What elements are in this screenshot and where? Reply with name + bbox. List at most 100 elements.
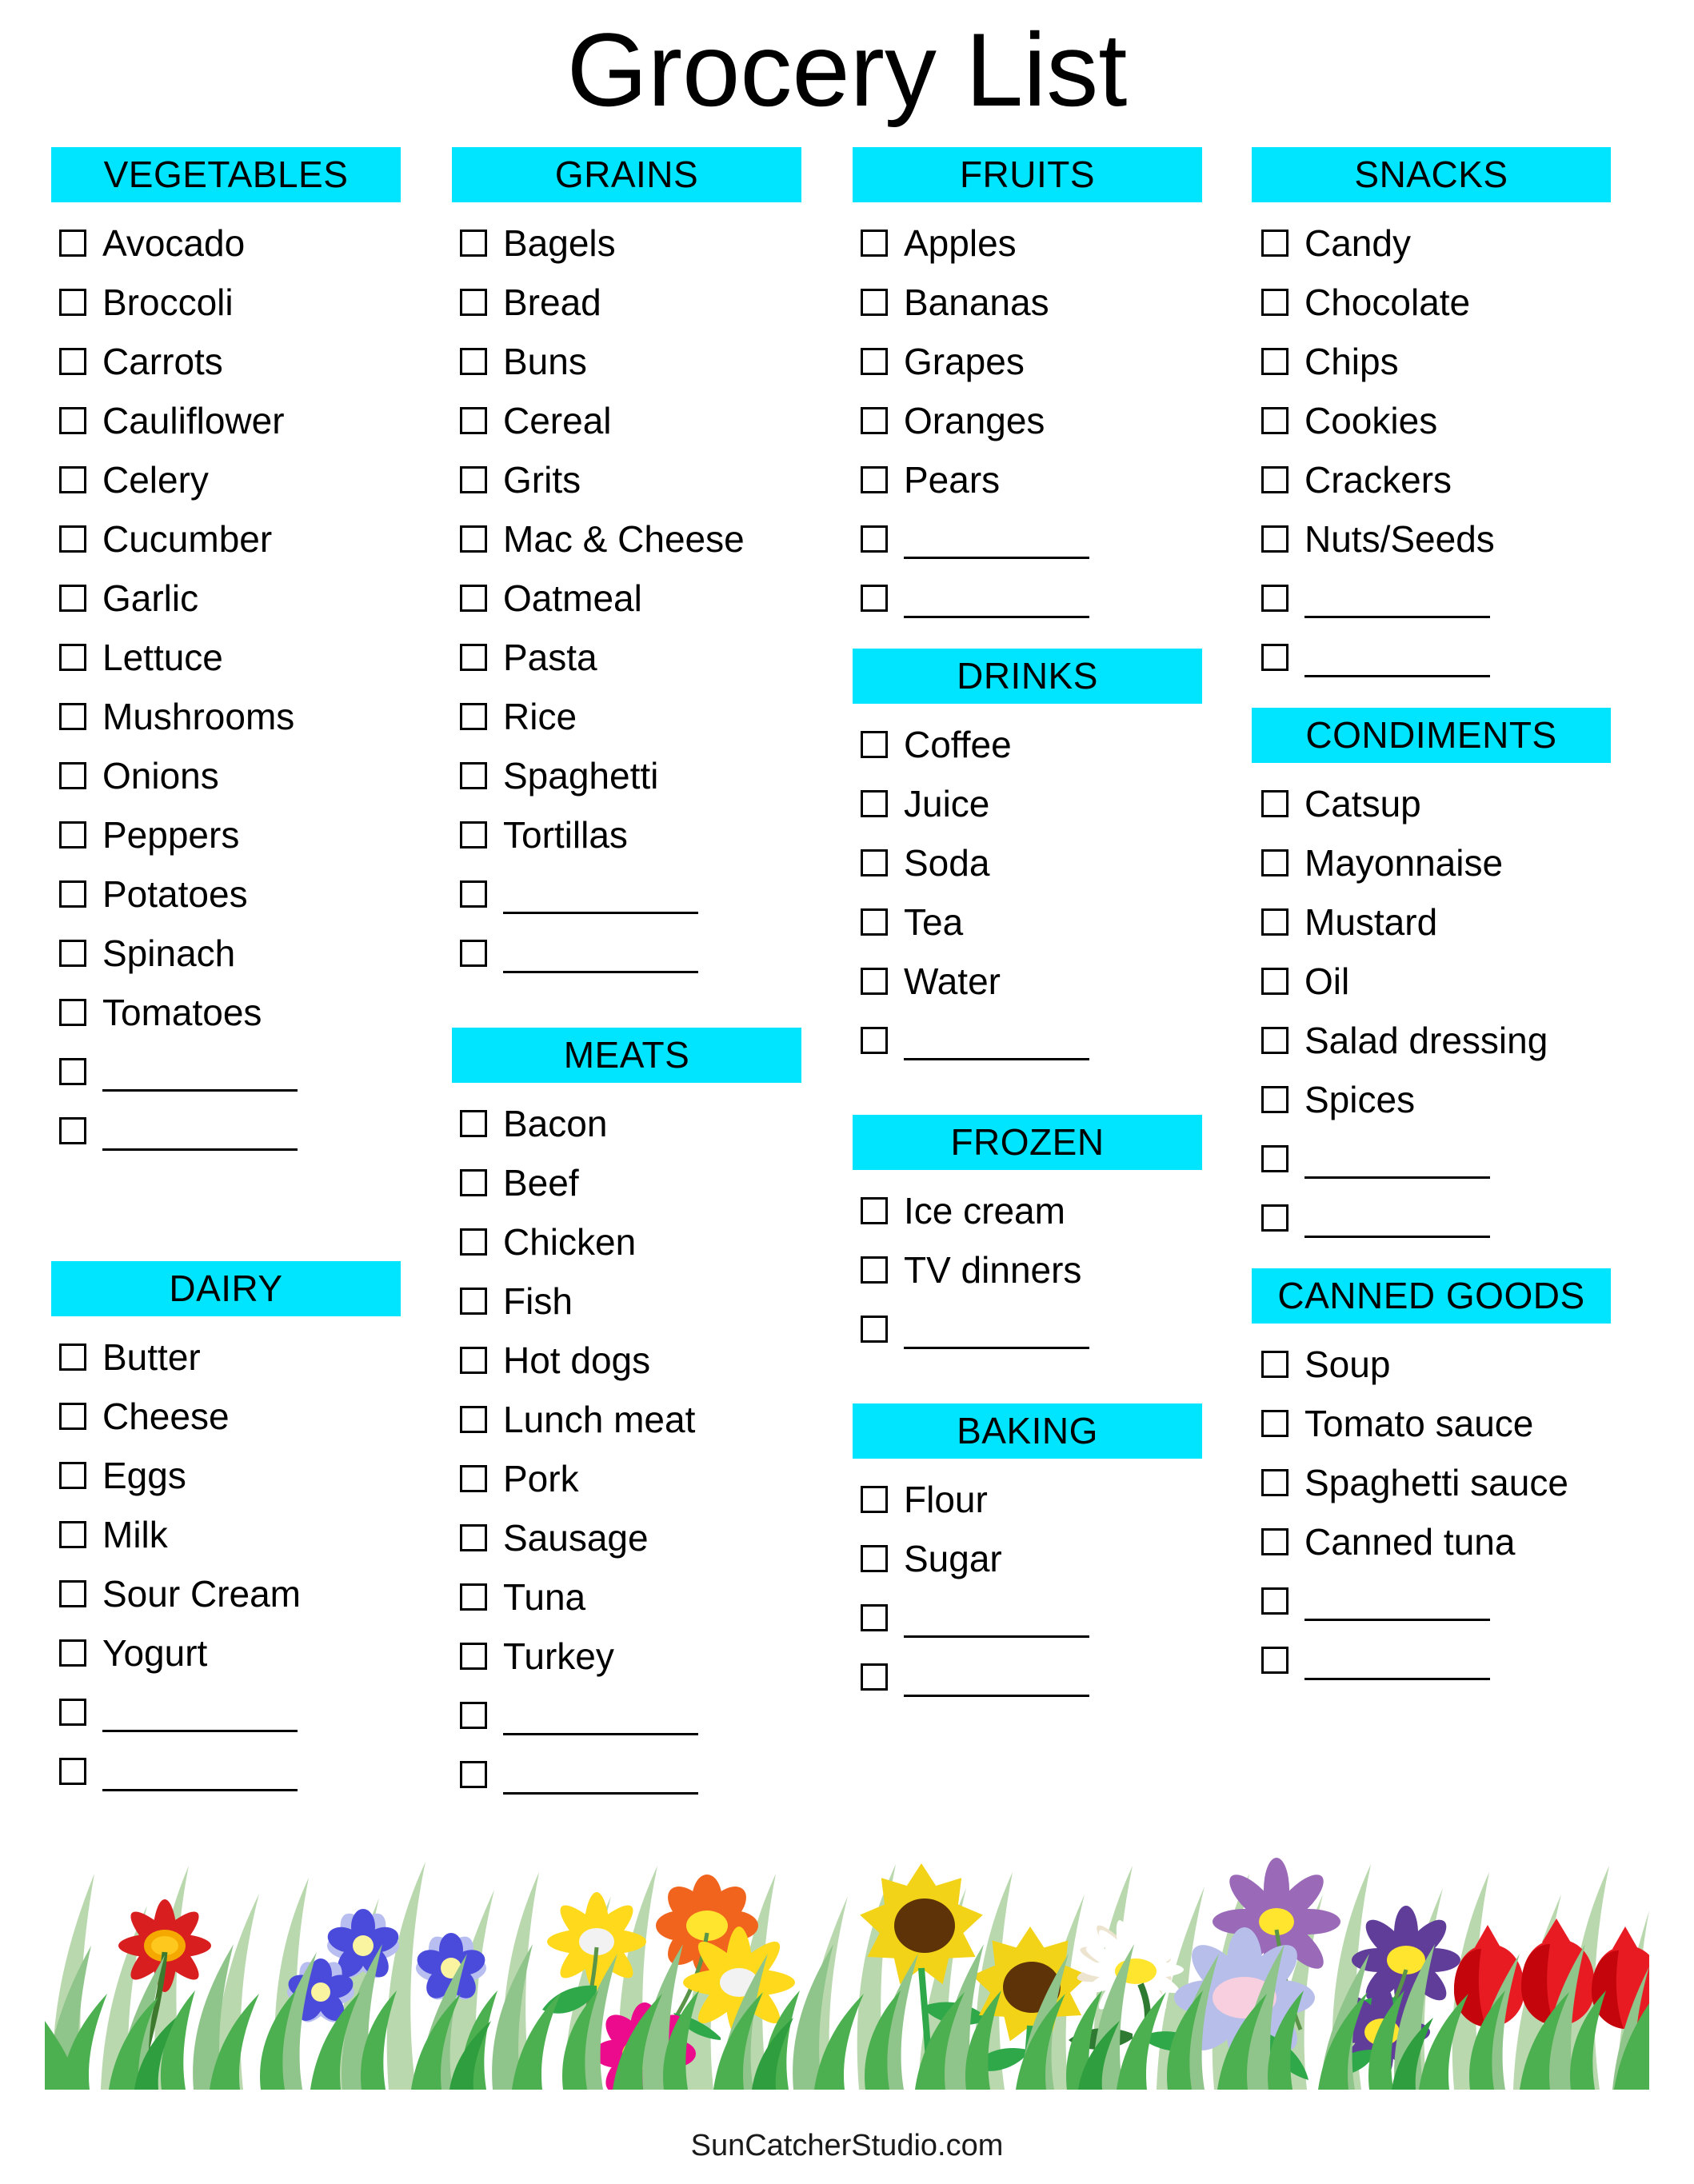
list-item[interactable]: Cheese [45, 1387, 439, 1446]
list-item[interactable]: Apples [846, 214, 1241, 273]
checkbox-icon[interactable] [59, 880, 86, 908]
list-item[interactable]: Cucumber [45, 509, 439, 569]
checkbox-icon[interactable] [861, 731, 888, 758]
checkbox-icon[interactable] [59, 1058, 86, 1085]
checkbox-icon[interactable] [1261, 466, 1288, 493]
list-item[interactable]: Fish [445, 1272, 840, 1331]
list-item[interactable]: Cauliflower [45, 391, 439, 450]
list-item[interactable]: Cereal [445, 391, 840, 450]
list-item[interactable]: Salad dressing [1247, 1011, 1641, 1070]
list-item-blank[interactable] [846, 569, 1241, 628]
list-item[interactable]: Milk [45, 1505, 439, 1564]
list-item[interactable]: Soda [846, 833, 1241, 892]
list-item-blank[interactable] [846, 1647, 1241, 1707]
checkbox-icon[interactable] [1261, 230, 1288, 257]
checkbox-icon[interactable] [59, 821, 86, 848]
checkbox-icon[interactable] [1261, 1086, 1288, 1113]
checkbox-icon[interactable] [1261, 1351, 1288, 1378]
list-item[interactable]: Oranges [846, 391, 1241, 450]
list-item-blank[interactable] [45, 1042, 439, 1101]
list-item[interactable]: Spices [1247, 1070, 1641, 1129]
list-item-blank[interactable] [45, 1101, 439, 1160]
list-item-blank[interactable] [1247, 1188, 1641, 1248]
write-in-line[interactable] [1304, 616, 1490, 618]
write-in-line[interactable] [904, 1635, 1089, 1638]
list-item[interactable]: Tuna [445, 1567, 840, 1627]
checkbox-icon[interactable] [59, 407, 86, 434]
checkbox-icon[interactable] [59, 703, 86, 730]
list-item[interactable]: Spaghetti sauce [1247, 1453, 1641, 1512]
list-item[interactable]: Eggs [45, 1446, 439, 1505]
checkbox-icon[interactable] [460, 1406, 487, 1433]
checkbox-icon[interactable] [1261, 1027, 1288, 1054]
checkbox-icon[interactable] [1261, 1204, 1288, 1232]
list-item[interactable]: Water [846, 952, 1241, 1011]
list-item-blank[interactable] [846, 509, 1241, 569]
list-item[interactable]: Potatoes [45, 864, 439, 924]
list-item[interactable]: Nuts/Seeds [1247, 509, 1641, 569]
checkbox-icon[interactable] [460, 644, 487, 671]
checkbox-icon[interactable] [59, 1699, 86, 1726]
list-item[interactable]: Bananas [846, 273, 1241, 332]
list-item[interactable]: Butter [45, 1328, 439, 1387]
checkbox-icon[interactable] [59, 289, 86, 316]
checkbox-icon[interactable] [861, 1197, 888, 1224]
list-item[interactable]: Lunch meat [445, 1390, 840, 1449]
checkbox-icon[interactable] [460, 940, 487, 967]
list-item[interactable]: Beef [445, 1153, 840, 1212]
checkbox-icon[interactable] [861, 1256, 888, 1284]
checkbox-icon[interactable] [1261, 1469, 1288, 1496]
checkbox-icon[interactable] [59, 230, 86, 257]
write-in-line[interactable] [904, 616, 1089, 618]
list-item[interactable]: Canned tuna [1247, 1512, 1641, 1571]
list-item[interactable]: Spaghetti [445, 746, 840, 805]
list-item-blank[interactable] [45, 1742, 439, 1801]
checkbox-icon[interactable] [460, 348, 487, 375]
write-in-line[interactable] [1304, 1176, 1490, 1179]
write-in-line[interactable] [503, 912, 698, 914]
list-item[interactable]: Avocado [45, 214, 439, 273]
checkbox-icon[interactable] [460, 1347, 487, 1374]
checkbox-icon[interactable] [460, 1465, 487, 1492]
checkbox-icon[interactable] [861, 1663, 888, 1691]
checkbox-icon[interactable] [460, 703, 487, 730]
list-item-blank[interactable] [1247, 1129, 1641, 1188]
checkbox-icon[interactable] [1261, 585, 1288, 612]
list-item[interactable]: Broccoli [45, 273, 439, 332]
checkbox-icon[interactable] [59, 762, 86, 789]
checkbox-icon[interactable] [1261, 1528, 1288, 1555]
list-item[interactable]: Chips [1247, 332, 1641, 391]
list-item-blank[interactable] [1247, 569, 1641, 628]
write-in-line[interactable] [102, 1148, 298, 1151]
write-in-line[interactable] [1304, 675, 1490, 677]
list-item-blank[interactable] [1247, 1571, 1641, 1631]
checkbox-icon[interactable] [1261, 1647, 1288, 1674]
checkbox-icon[interactable] [59, 1117, 86, 1144]
checkbox-icon[interactable] [460, 1169, 487, 1196]
checkbox-icon[interactable] [59, 466, 86, 493]
checkbox-icon[interactable] [460, 1643, 487, 1670]
list-item[interactable]: Crackers [1247, 450, 1641, 509]
list-item[interactable]: Sour Cream [45, 1564, 439, 1623]
list-item[interactable]: Mayonnaise [1247, 833, 1641, 892]
checkbox-icon[interactable] [59, 999, 86, 1026]
list-item[interactable]: Onions [45, 746, 439, 805]
checkbox-icon[interactable] [460, 1228, 487, 1256]
list-item[interactable]: TV dinners [846, 1240, 1241, 1300]
checkbox-icon[interactable] [861, 1316, 888, 1343]
list-item[interactable]: Buns [445, 332, 840, 391]
list-item[interactable]: Mushrooms [45, 687, 439, 746]
list-item[interactable]: Pork [445, 1449, 840, 1508]
list-item-blank[interactable] [846, 1011, 1241, 1070]
checkbox-icon[interactable] [59, 1462, 86, 1489]
write-in-line[interactable] [1304, 1619, 1490, 1621]
list-item[interactable]: Hot dogs [445, 1331, 840, 1390]
checkbox-icon[interactable] [861, 968, 888, 995]
checkbox-icon[interactable] [1261, 790, 1288, 817]
checkbox-icon[interactable] [861, 289, 888, 316]
checkbox-icon[interactable] [460, 289, 487, 316]
list-item[interactable]: Mac & Cheese [445, 509, 840, 569]
list-item-blank[interactable] [846, 1588, 1241, 1647]
checkbox-icon[interactable] [460, 407, 487, 434]
checkbox-icon[interactable] [861, 525, 888, 553]
